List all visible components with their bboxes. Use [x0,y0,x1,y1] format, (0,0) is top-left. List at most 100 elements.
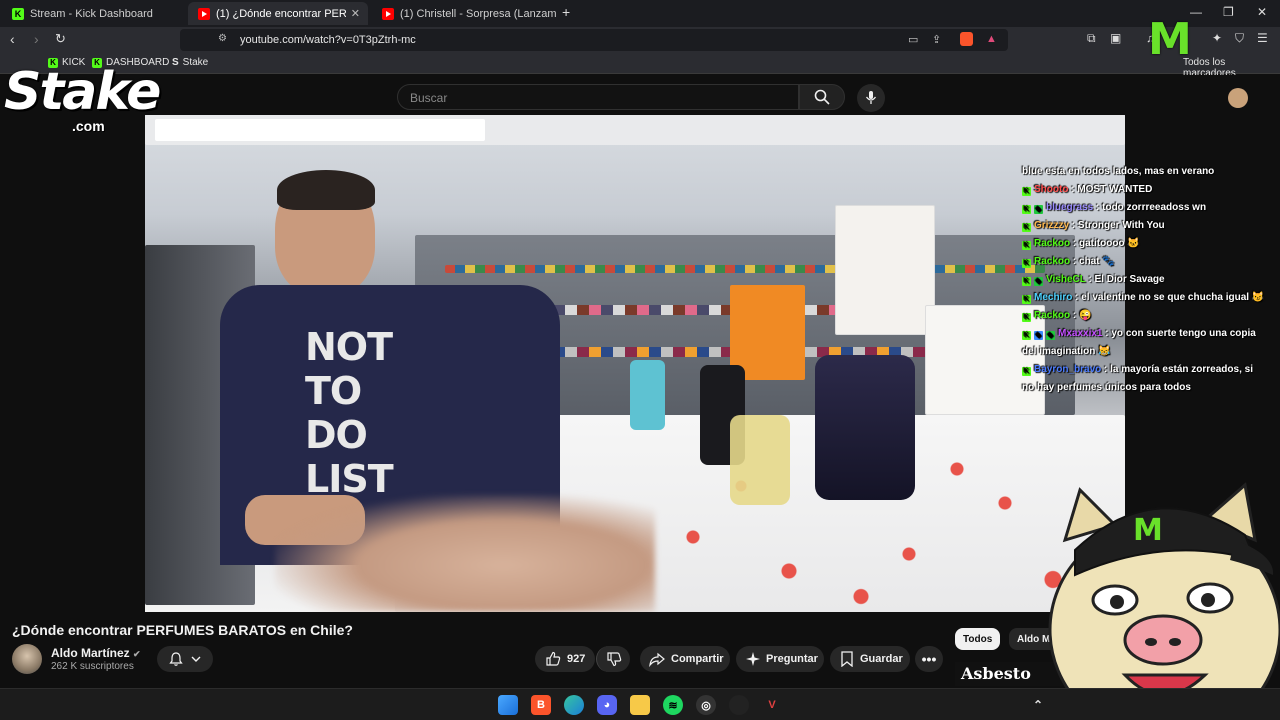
valorant-icon[interactable]: V [762,695,782,715]
search-input[interactable]: Buscar [397,84,799,110]
chat-message: K Grizzzy : Stronger With You [1022,217,1267,235]
tab-youtube-christell[interactable]: (1) Christell - Sorpresa (Lanzamiento [372,2,557,25]
cast-icon[interactable]: ▭ [908,33,918,46]
dislike-button[interactable] [596,646,630,672]
app-icon[interactable] [729,695,749,715]
browser-toolbar: ‹ › ↻ 🔖 ⚙ youtube.com/watch?v=0T3pZtrh-m… [0,27,1280,54]
reload-icon[interactable]: ↻ [55,31,66,47]
back-arrow-icon[interactable]: ‹ [10,31,15,47]
like-count: 927 [567,653,586,665]
diamond-badge-icon: ◆ [1046,331,1055,340]
ask-label: Preguntar [766,653,818,665]
discord-icon[interactable]: ◕ [597,695,617,715]
leo-ai-icon[interactable]: ✦ [1212,31,1222,45]
search-button[interactable] [799,84,845,110]
sweater-print: NOT TO DO LIST [305,325,394,501]
kick-badge-icon: K [1022,187,1031,196]
kick-badge-icon: K [1022,367,1031,376]
share-arrow-icon [649,652,665,667]
thumbs-up-icon [546,651,561,666]
share-icon[interactable]: ⇪ [932,33,941,46]
bookmarks-bar: K KICK K DASHBOARD S Stake Todos los mar… [0,54,1280,79]
kick-badge-icon: K [1022,295,1031,304]
chat-username: Mechiro [1034,292,1073,303]
sub-badge-icon: ◆ [1034,331,1043,340]
diamond-badge-icon: ◆ [1034,205,1043,214]
file-explorer-icon[interactable] [630,695,650,715]
tray-chevron-icon[interactable]: ⌃ [1028,695,1048,715]
chevron-down-icon [191,656,201,662]
perfume-bottles-row [445,265,1045,273]
chat-text: : todo zorrreeadoss wn [1096,202,1207,213]
extensions-icon[interactable]: ⧉ [1087,31,1096,46]
site-info-icon[interactable]: ⚙ [218,33,227,44]
chat-message: K Rackoo : chat 🐾 [1022,253,1267,271]
stream-chat-overlay: blue esta en todos lados, mas en verano … [1022,163,1267,397]
edge-browser-icon[interactable] [564,695,584,715]
ask-button[interactable]: Preguntar [736,646,824,672]
vpn-icon[interactable]: ⛉ [1235,31,1244,46]
diamond-badge-icon: ◆ [1034,277,1043,286]
save-label: Guardar [860,653,903,665]
gold-bottle [730,415,790,505]
brave-shields-icon[interactable] [960,32,973,46]
channel-name[interactable]: Aldo Martínez ✔ [51,646,141,660]
spotify-icon[interactable]: ≋ [663,695,683,715]
url-text[interactable]: youtube.com/watch?v=0T3pZtrh-mc [240,34,416,46]
chat-username: VisheCL [1046,274,1086,285]
tab-youtube-perfumes[interactable]: (1) ¿Dónde encontrar PERFUMES ✕ [188,2,368,25]
user-avatar[interactable] [1228,88,1248,108]
obs-icon[interactable]: ◎ [696,695,716,715]
address-bar[interactable]: ⚙ youtube.com/watch?v=0T3pZtrh-mc ▭ ⇪ ▲ [180,29,1008,51]
chat-text: : MOST WANTED [1071,184,1153,195]
chat-message: K Rackoo : 😜 [1022,307,1267,325]
chat-text: : El Dior Savage [1088,274,1165,285]
channel-name-text: Aldo Martínez [51,646,130,660]
brave-rewards-icon[interactable]: ▲ [986,33,997,45]
chat-message: K ◆ bluegrass : todo zorrreeadoss wn [1022,199,1267,217]
perfume-box [835,205,935,335]
kick-badge-icon: K [1022,313,1031,322]
channel-avatar[interactable] [12,644,42,674]
subscription-bell-button[interactable] [157,646,213,672]
emote-icon: 😼 [1251,292,1265,303]
video-player[interactable]: NOT TO DO LIST [145,115,1125,612]
kick-badge-icon: K [1022,223,1031,232]
new-tab-button[interactable]: + [562,4,570,20]
tab-kick-dashboard[interactable]: K Stream - Kick Dashboard [2,2,187,25]
like-button[interactable]: 927 [535,646,595,672]
brave-browser-icon[interactable]: B [531,695,551,715]
chat-message: K ◆ VisheCL : El Dior Savage [1022,271,1267,289]
kick-badge-icon: K [1022,331,1031,340]
menu-icon[interactable]: ☰ [1257,31,1268,45]
voice-search-button[interactable] [857,84,885,112]
chat-username: Rackoo [1034,310,1071,321]
kick-badge-icon: K [1022,259,1031,268]
kick-badge-icon: K [1022,205,1031,214]
close-tab-icon[interactable]: ✕ [351,7,360,20]
search-icon [814,89,830,105]
tab-label: Stream - Kick Dashboard [30,7,153,20]
stake-logo-domain: .com [72,118,105,134]
emote-icon: 🐾 [1102,256,1115,267]
close-window-button[interactable]: ✕ [1257,5,1267,19]
windows-taskbar: B ◕ ≋ ◎ V ⌃ [0,688,1280,720]
more-actions-button[interactable]: ••• [915,646,943,672]
windows-start-icon[interactable] [498,695,518,715]
cat-emote-icon: 🐱 [1127,238,1140,249]
stake-logo-text: Stake [4,62,161,122]
chip-todos[interactable]: Todos [955,628,1001,650]
browser-tab-bar: K Stream - Kick Dashboard (1) ¿Dónde enc… [0,0,1280,27]
chat-username: Bayron_bravo [1034,364,1102,375]
chat-text: : chat [1072,256,1100,267]
foreground-hand [275,495,655,612]
youtube-favicon-icon [382,7,394,20]
forward-arrow-icon[interactable]: › [34,31,39,47]
bell-icon [169,652,183,666]
microphone-icon [865,91,877,104]
save-button[interactable]: Guardar [830,646,910,672]
share-button[interactable]: Compartir [640,646,730,672]
maximize-button[interactable]: ❐ [1223,5,1234,19]
verified-icon: ✔ [133,649,141,659]
wallet-icon[interactable]: ▣ [1110,31,1121,45]
